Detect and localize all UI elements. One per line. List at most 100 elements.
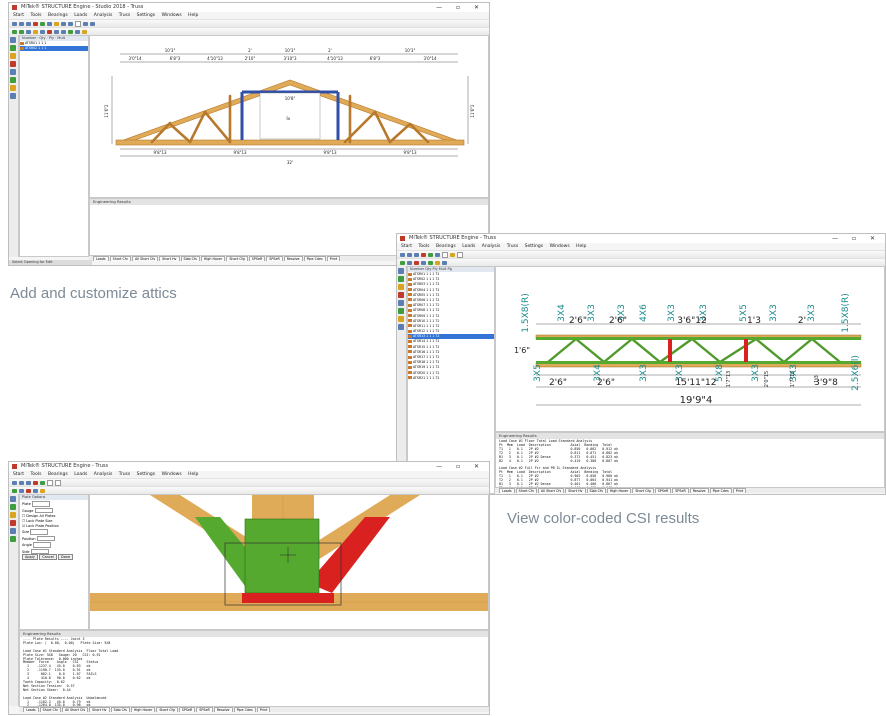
add-member-icon[interactable] bbox=[400, 260, 405, 265]
tab-resolve[interactable]: Resolve bbox=[283, 256, 303, 261]
tab-short-cfg[interactable]: Short Cfg bbox=[632, 488, 654, 493]
check-lock-position[interactable]: ☑ Lock Plate Position bbox=[22, 524, 86, 528]
plate-icon[interactable] bbox=[54, 29, 59, 34]
angle-input[interactable] bbox=[33, 542, 52, 548]
check-lock-size[interactable]: ☐ Lock Plate Size bbox=[22, 519, 86, 523]
lumber-icon[interactable] bbox=[435, 260, 440, 265]
add-joint-icon[interactable] bbox=[19, 29, 24, 34]
save-icon[interactable] bbox=[414, 252, 419, 257]
menu-tools[interactable]: Tools bbox=[30, 13, 41, 18]
menu-loads[interactable]: Loads bbox=[74, 472, 87, 477]
tab-high-hover[interactable]: High Hover bbox=[200, 256, 226, 261]
view-select[interactable] bbox=[75, 20, 81, 27]
tab-loads[interactable]: Loads bbox=[499, 488, 515, 493]
bearing-tool-icon[interactable] bbox=[398, 300, 404, 306]
tab-resolve[interactable]: Resolve bbox=[213, 707, 233, 712]
add-member-icon[interactable] bbox=[12, 488, 17, 493]
tab-resolve[interactable]: Resolve bbox=[689, 488, 709, 493]
coord-box[interactable] bbox=[457, 251, 463, 258]
add-member-icon[interactable] bbox=[12, 29, 17, 34]
tab-spser[interactable]: SPSeR bbox=[196, 707, 213, 712]
member-tool-icon[interactable] bbox=[398, 276, 404, 282]
report-tool-icon[interactable] bbox=[398, 324, 404, 330]
member-tool-icon[interactable] bbox=[10, 504, 16, 510]
tab-slab-cfs[interactable]: Slab Cfs bbox=[586, 488, 606, 493]
gauge-select[interactable] bbox=[34, 507, 53, 513]
lumber-icon[interactable] bbox=[40, 488, 45, 493]
print-icon[interactable] bbox=[435, 252, 440, 257]
tab-print[interactable]: Print bbox=[326, 256, 341, 261]
tab-loads[interactable]: Loads bbox=[93, 256, 109, 261]
menu-help[interactable]: Help bbox=[188, 13, 198, 18]
tab-spser[interactable]: SPSeR bbox=[248, 256, 266, 261]
menu-truss[interactable]: Truss bbox=[119, 13, 130, 18]
menu-windows[interactable]: Windows bbox=[162, 472, 182, 477]
menu-loads[interactable]: Loads bbox=[462, 244, 475, 249]
tab-high-hover[interactable]: High Hover bbox=[606, 488, 632, 493]
menu-analysis[interactable]: Analysis bbox=[482, 244, 501, 249]
analyze-icon[interactable] bbox=[40, 480, 45, 485]
grid-icon[interactable] bbox=[68, 21, 73, 26]
print-icon[interactable] bbox=[47, 21, 52, 26]
load-tool-icon[interactable] bbox=[10, 520, 16, 526]
new-icon[interactable] bbox=[12, 21, 17, 26]
tab-short-hv[interactable]: Short Hv bbox=[565, 488, 586, 493]
menu-truss[interactable]: Truss bbox=[507, 244, 518, 249]
bearing-icon[interactable] bbox=[40, 29, 45, 34]
tab-spser[interactable]: SPSeR bbox=[266, 256, 283, 261]
menu-windows[interactable]: Windows bbox=[550, 244, 570, 249]
tab-short-cfv[interactable]: Short Cfv bbox=[109, 256, 131, 261]
apply-button[interactable]: Apply bbox=[22, 554, 38, 560]
tab-all-short-cfs[interactable]: All Short Cfs bbox=[61, 707, 89, 712]
cancel-button[interactable]: Cancel bbox=[39, 554, 57, 560]
tab-print[interactable]: Print bbox=[732, 488, 747, 493]
plate-icon[interactable] bbox=[421, 260, 426, 265]
attic-tool-icon[interactable] bbox=[398, 284, 404, 290]
open-icon[interactable] bbox=[19, 480, 24, 485]
load-icon[interactable] bbox=[414, 260, 419, 265]
delete-icon[interactable] bbox=[421, 252, 426, 257]
view-select[interactable] bbox=[442, 251, 448, 258]
open-icon[interactable] bbox=[19, 21, 24, 26]
menu-settings[interactable]: Settings bbox=[137, 472, 155, 477]
menu-truss[interactable]: Truss bbox=[119, 472, 130, 477]
plate-tool-icon[interactable] bbox=[10, 536, 16, 542]
load-tool-icon[interactable] bbox=[398, 292, 404, 298]
analyze-icon[interactable] bbox=[428, 252, 433, 257]
tab-short-hv[interactable]: Short Hv bbox=[89, 707, 110, 712]
move-icon[interactable] bbox=[407, 260, 412, 265]
web-icon[interactable] bbox=[68, 29, 73, 34]
window-controls-3[interactable]: — ▫ ✕ bbox=[436, 462, 485, 471]
tab-all-short-cfs[interactable]: All Short Cfs bbox=[537, 488, 565, 493]
check-design-all[interactable]: ☐ Design All Plates bbox=[22, 514, 86, 518]
size-input[interactable] bbox=[30, 529, 49, 535]
settings-icon[interactable] bbox=[54, 21, 59, 26]
move-icon[interactable] bbox=[19, 488, 24, 493]
select-tool-icon[interactable] bbox=[398, 268, 404, 274]
menu-settings[interactable]: Settings bbox=[525, 244, 543, 249]
plate-icon[interactable] bbox=[33, 488, 38, 493]
menu-bearings[interactable]: Bearings bbox=[48, 13, 68, 18]
tab-slab-cfs[interactable]: Slab Cfs bbox=[180, 256, 200, 261]
window-controls[interactable]: — ▫ ✕ bbox=[436, 3, 485, 12]
analyze-icon[interactable] bbox=[40, 21, 45, 26]
list-item[interactable]: ATSR21 1 1 1 72 bbox=[408, 376, 494, 381]
tab-short-cfv[interactable]: Short Cfv bbox=[39, 707, 61, 712]
save-icon[interactable] bbox=[26, 21, 31, 26]
menu-start[interactable]: Start bbox=[13, 13, 24, 18]
web-icon[interactable] bbox=[428, 260, 433, 265]
bearing-tool-icon[interactable] bbox=[10, 528, 16, 534]
dimension-icon[interactable] bbox=[442, 260, 447, 265]
tab-pipe-cdes[interactable]: Pipe Cdes bbox=[303, 256, 326, 261]
menu-start[interactable]: Start bbox=[401, 244, 412, 249]
open-icon[interactable] bbox=[407, 252, 412, 257]
load-icon[interactable] bbox=[47, 29, 52, 34]
bearing-tool-icon[interactable] bbox=[10, 69, 16, 75]
menu-loads[interactable]: Loads bbox=[74, 13, 87, 18]
plate-tool-icon[interactable] bbox=[398, 308, 404, 314]
tab-pipe-cdes[interactable]: Pipe Cdes bbox=[709, 488, 732, 493]
new-icon[interactable] bbox=[400, 252, 405, 257]
tab-spser[interactable]: SPSeR bbox=[178, 707, 196, 712]
load-tool-icon[interactable] bbox=[10, 61, 16, 67]
new-icon[interactable] bbox=[12, 480, 17, 485]
